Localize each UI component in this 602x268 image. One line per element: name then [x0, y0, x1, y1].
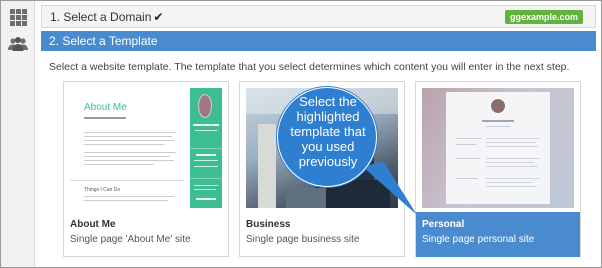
- apps-grid-icon[interactable]: [6, 6, 30, 28]
- template-card-about-me[interactable]: About Me Things I Can Do About Me Single…: [63, 81, 229, 257]
- template-info-personal: Personal Single page personal site: [416, 212, 580, 257]
- domain-badge: ggexample.com: [504, 10, 583, 24]
- template-name: Personal: [422, 219, 465, 230]
- callout-line: previously: [298, 154, 358, 169]
- callout-line: template that: [290, 124, 366, 139]
- left-sidebar: [1, 1, 35, 267]
- template-name: About Me: [70, 219, 116, 230]
- callout-bubble: Select the highlighted template that you…: [277, 87, 377, 187]
- callout-line: you used: [301, 139, 355, 154]
- step-select-template[interactable]: 2. Select a Template: [41, 31, 596, 51]
- template-subtitle: Single page personal site: [422, 234, 535, 245]
- template-description: Select a website template. The template …: [49, 61, 570, 73]
- callout-line: Select the: [299, 94, 357, 109]
- people-icon[interactable]: [6, 33, 30, 55]
- step-domain-title: 1. Select a Domain ✔: [50, 10, 163, 24]
- check-icon: ✔: [153, 10, 164, 24]
- callout-pointer-arrow: [363, 161, 417, 215]
- template-preview-about-me: About Me Things I Can Do: [70, 88, 222, 208]
- app-frame: 1. Select a Domain ✔ ggexample.com 2. Sel…: [0, 0, 602, 268]
- template-card-personal[interactable]: Personal Single page personal site: [415, 81, 581, 257]
- preview-about-things: Things I Can Do: [84, 187, 121, 193]
- callout-text: Select the highlighted template that you…: [278, 94, 378, 169]
- template-subtitle: Single page business site: [246, 234, 360, 245]
- callout-line: highlighted: [296, 109, 360, 124]
- template-subtitle: Single page 'About Me' site: [70, 234, 191, 245]
- preview-about-heading: About Me: [84, 102, 127, 113]
- template-preview-personal: [422, 88, 574, 208]
- step-template-title: 2. Select a Template: [49, 34, 158, 48]
- template-info-business: Business Single page business site: [240, 212, 404, 257]
- step-select-domain[interactable]: 1. Select a Domain ✔ ggexample.com: [41, 5, 596, 28]
- template-name: Business: [246, 219, 291, 230]
- step-domain-label: 1. Select a Domain: [50, 10, 152, 24]
- template-info-about-me: About Me Single page 'About Me' site: [64, 212, 228, 257]
